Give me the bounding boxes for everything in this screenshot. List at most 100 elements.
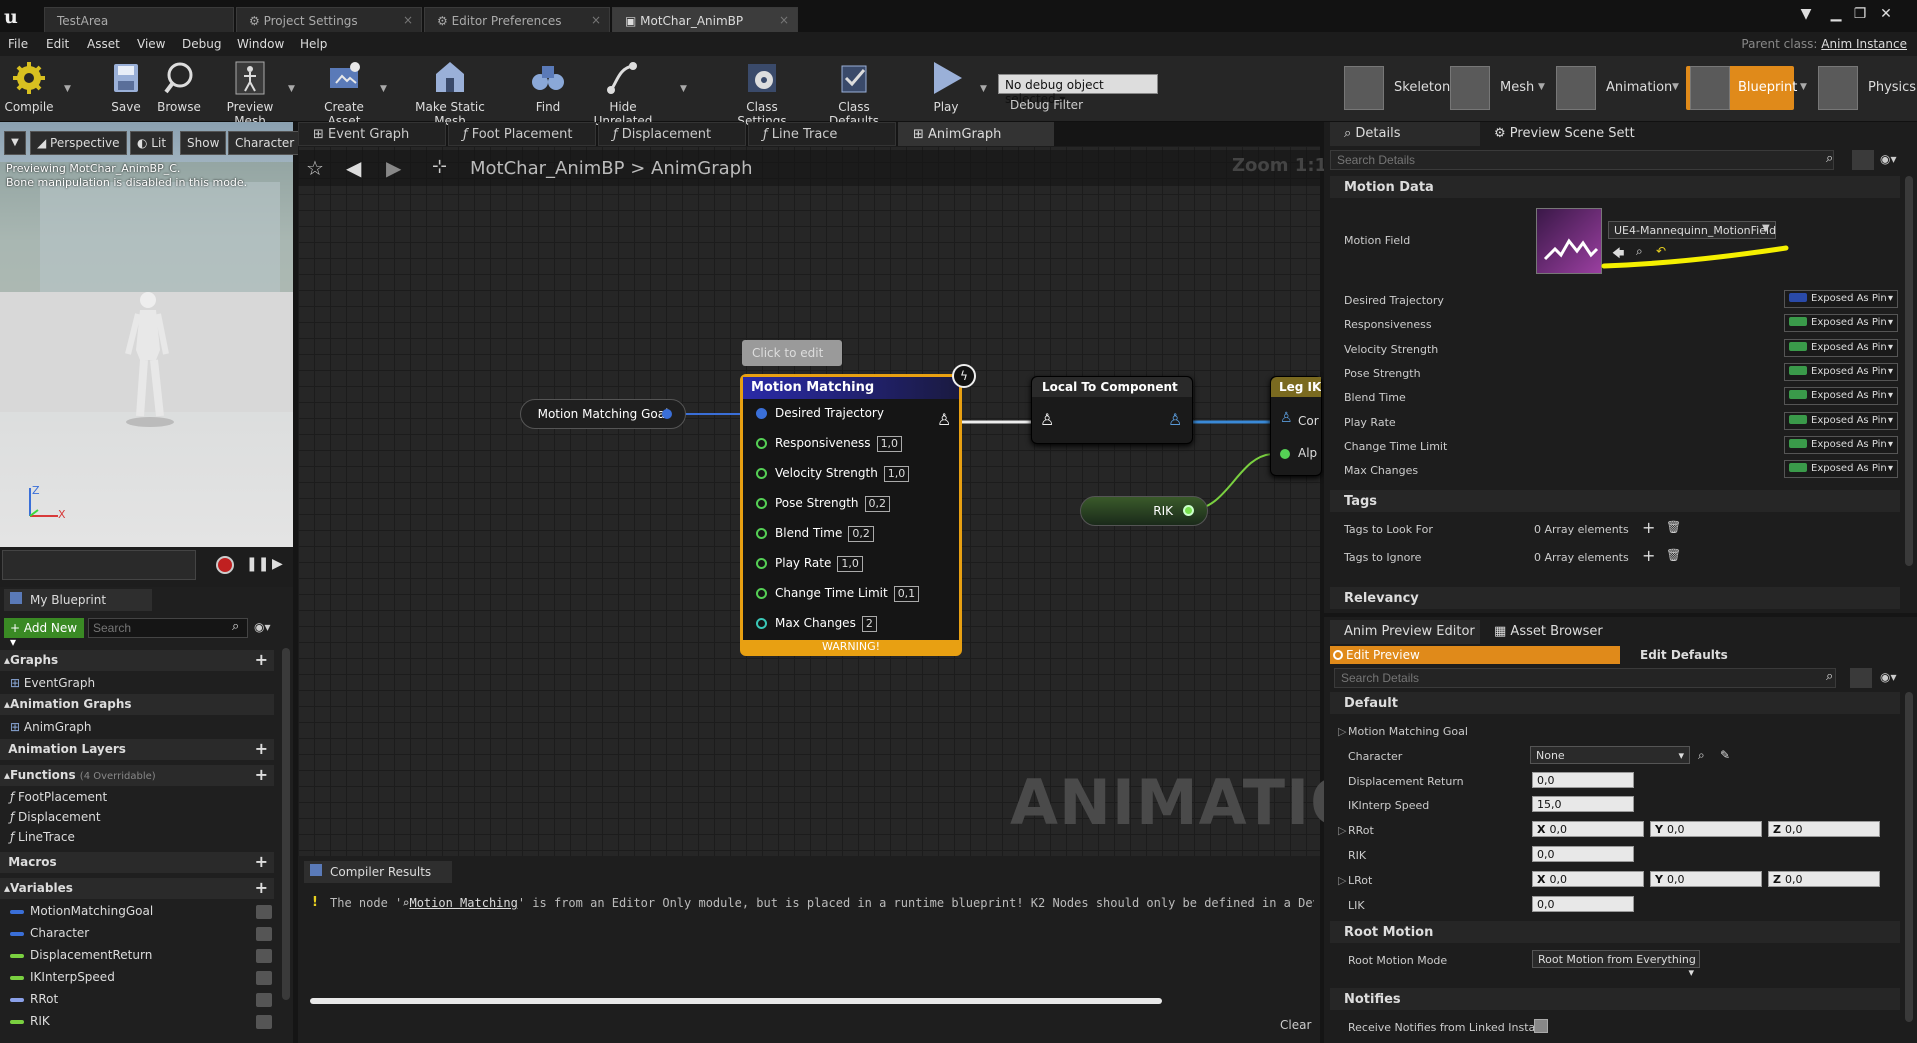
menu-view[interactable]: View	[137, 37, 165, 51]
preview-scene-settings-tab[interactable]: ⚙ Preview Scene Sett	[1480, 122, 1640, 146]
pin-circle-icon[interactable]	[756, 468, 767, 479]
debug-object-select[interactable]: No debug object selected ▾	[998, 74, 1158, 106]
show-button[interactable]: Show	[180, 131, 227, 155]
pin-circle-icon[interactable]	[756, 618, 767, 629]
goal-output-pin[interactable]	[662, 409, 672, 419]
vector-z-input[interactable]: Z 0,0	[1768, 821, 1880, 837]
class-settings-button[interactable]: Class Settings	[720, 58, 804, 128]
asset-browser-tab[interactable]: ▦ Asset Browser	[1480, 620, 1620, 644]
expand-arrow-icon[interactable]: ▷	[1338, 874, 1346, 887]
doc-tab-editor-preferences[interactable]: ⚙ Editor Preferences ×	[424, 7, 610, 32]
hide-unrelated-button[interactable]: Hide Unrelated	[582, 58, 664, 128]
doc-tab-motchar-animbp[interactable]: ▣ MotChar_AnimBP ×	[612, 7, 798, 32]
view-options-eye-icon[interactable]: ◉▾	[254, 620, 271, 634]
rik-input[interactable]: 0,0	[1532, 846, 1634, 862]
default-category[interactable]: Default	[1330, 692, 1900, 714]
menu-debug[interactable]: Debug	[182, 37, 221, 51]
exposed-as-pin-button[interactable]: Exposed As Pin ▾	[1784, 338, 1898, 357]
variable-visibility-eye-icon[interactable]	[256, 905, 272, 919]
eyedropper-icon[interactable]: ✎	[1720, 748, 1730, 762]
function-item-linetrace[interactable]: ƒ LineTrace	[10, 830, 75, 844]
add-new-button[interactable]: + Add New ▾	[4, 618, 84, 649]
variable-visibility-eye-icon[interactable]	[256, 1015, 272, 1029]
vector-z-input[interactable]: Z 0,0	[1768, 871, 1880, 887]
pin-default-value[interactable]: 2	[861, 616, 877, 632]
pin-default-value[interactable]: 1,0	[837, 556, 863, 572]
variables-section[interactable]: ▴Variables +	[0, 878, 274, 899]
close-icon[interactable]: ×	[591, 13, 601, 27]
pin-circle-icon[interactable]	[756, 558, 767, 569]
pin-default-value[interactable]: 0,2	[864, 496, 891, 512]
add-element-icon[interactable]: +	[1642, 518, 1655, 537]
property-matrix-icon[interactable]	[1852, 150, 1874, 170]
variable-item[interactable]: MotionMatchingGoal	[10, 904, 272, 919]
lik-input[interactable]: 0,0	[1532, 896, 1634, 912]
function-item-footplacement[interactable]: ƒ FootPlacement	[10, 790, 107, 804]
rik-output-pin[interactable]	[1183, 505, 1194, 516]
compile-button[interactable]: Compile	[4, 58, 54, 114]
save-button[interactable]: Save	[104, 58, 148, 114]
pin-circle-icon[interactable]	[756, 588, 767, 599]
variable-item[interactable]: Character	[10, 926, 272, 941]
browse-button[interactable]: Browse	[154, 58, 204, 114]
clear-button[interactable]: Clear	[1280, 1018, 1311, 1032]
pin-circle-icon[interactable]	[756, 528, 767, 539]
tags-category[interactable]: Tags	[1330, 490, 1900, 512]
component-pose-output-pin-icon[interactable]: ♙	[1168, 410, 1182, 429]
property-matrix-icon[interactable]	[1850, 668, 1872, 688]
mode-physics[interactable]: Physics	[1818, 66, 1917, 110]
hide-unrelated-dropdown-icon[interactable]: ▼	[680, 84, 687, 94]
mm-pin-row[interactable]: Play Rate 1,0	[756, 556, 863, 572]
relevancy-category[interactable]: Relevancy	[1330, 587, 1900, 609]
add-element-icon[interactable]: +	[1642, 546, 1655, 565]
variable-visibility-eye-icon[interactable]	[256, 949, 272, 963]
menu-asset[interactable]: Asset	[87, 37, 120, 51]
character-button[interactable]: Character	[228, 131, 302, 155]
variable-item[interactable]: RRot	[10, 992, 272, 1007]
compile-dropdown-icon[interactable]: ▼	[64, 84, 71, 94]
exposed-as-pin-button[interactable]: Exposed As Pin ▾	[1784, 435, 1898, 454]
variable-visibility-eye-icon[interactable]	[256, 993, 272, 1007]
add-layer-icon[interactable]: +	[255, 739, 268, 758]
details-scrollbar[interactable]	[1905, 176, 1913, 566]
add-macro-icon[interactable]: +	[255, 852, 268, 871]
motion-field-asset-select[interactable]: UE4-Mannequinn_MotionField	[1608, 221, 1776, 239]
displacement-return-input[interactable]: 0,0	[1532, 772, 1634, 788]
character-select[interactable]: None ▾	[1530, 746, 1690, 764]
play-dropdown-icon[interactable]: ▼	[980, 84, 987, 94]
vector-y-input[interactable]: Y 0,0	[1650, 821, 1762, 837]
class-defaults-button[interactable]: Class Defaults	[812, 58, 896, 128]
delete-trash-icon[interactable]: 🗑	[1666, 520, 1681, 534]
timeline-bar[interactable]	[2, 550, 196, 580]
vector-y-input[interactable]: Y 0,0	[1650, 871, 1762, 887]
close-icon[interactable]: ×	[403, 13, 413, 27]
comment-bubble[interactable]: Click to edit	[742, 340, 842, 366]
exposed-as-pin-button[interactable]: Exposed As Pin ▾	[1784, 387, 1898, 406]
menu-help[interactable]: Help	[300, 37, 327, 51]
animation-dropdown-icon[interactable]: ▼	[1672, 82, 1679, 92]
edit-preview-button[interactable]: Edit Preview	[1330, 646, 1620, 664]
notification-icon[interactable]: ▼	[1796, 6, 1816, 24]
vector-x-input[interactable]: X 0,0	[1532, 871, 1644, 887]
doc-tab-project-settings[interactable]: ⚙ Project Settings ×	[236, 7, 422, 32]
macros-section[interactable]: Macros +	[0, 852, 274, 873]
root-motion-mode-select[interactable]: Root Motion from Everything ▾	[1532, 950, 1700, 979]
motion-data-category[interactable]: Motion Data	[1330, 176, 1900, 198]
exposed-as-pin-button[interactable]: Exposed As Pin ▾	[1784, 411, 1898, 430]
pin-circle-icon[interactable]	[756, 408, 767, 419]
add-graph-icon[interactable]: +	[255, 650, 268, 669]
pin-default-value[interactable]: 1,0	[883, 466, 910, 482]
step-forward-icon[interactable]: ▶	[272, 556, 283, 572]
maximize-icon[interactable]: ❐	[1850, 6, 1870, 24]
notifies-category[interactable]: Notifies	[1330, 988, 1900, 1010]
alpha-input-pin[interactable]	[1280, 449, 1290, 459]
blueprint-dropdown-icon[interactable]: ▼	[1800, 82, 1807, 92]
exposed-as-pin-button[interactable]: Exposed As Pin ▾	[1784, 314, 1898, 333]
pose-output-pin-icon[interactable]: ♙	[937, 410, 951, 429]
exposed-as-pin-button[interactable]: Exposed As Pin ▾	[1784, 362, 1898, 381]
preview-search-input[interactable]	[1334, 668, 1836, 688]
make-static-mesh-button[interactable]: Make Static Mesh	[398, 58, 502, 128]
compiler-results-tab[interactable]: Compiler Results	[304, 861, 452, 883]
create-asset-dropdown-icon[interactable]: ▼	[380, 84, 387, 94]
mesh-dropdown-icon[interactable]: ▼	[1538, 82, 1545, 92]
